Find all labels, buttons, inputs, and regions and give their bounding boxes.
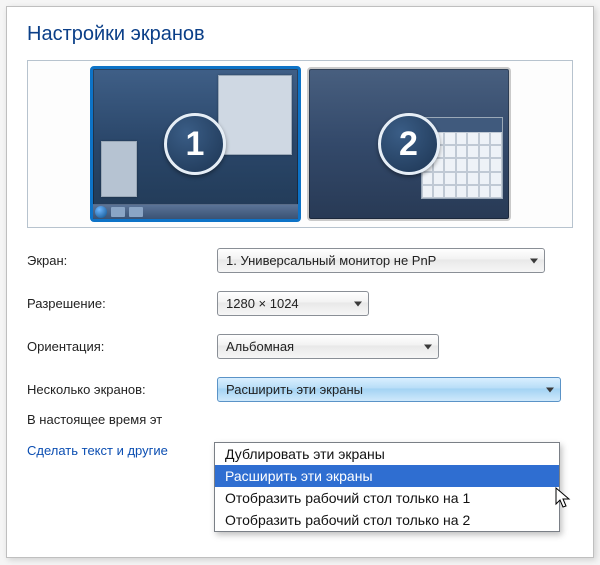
chevron-down-icon — [424, 344, 432, 349]
dropdown-orientation-value: Альбомная — [226, 339, 294, 354]
monitor-badge: 1 — [164, 113, 226, 175]
taskbar-thumbnail — [93, 204, 298, 219]
dropdown-multiple-displays-menu: Дублировать эти экраны Расширить эти экр… — [214, 442, 560, 532]
page-title: Настройки экранов — [27, 23, 573, 46]
window-thumbnail — [218, 75, 292, 155]
chevron-down-icon — [530, 258, 538, 263]
dropdown-resolution[interactable]: 1280 × 1024 — [217, 291, 369, 316]
menu-item-show-on-2[interactable]: Отобразить рабочий стол только на 2 — [215, 509, 559, 531]
monitor-1[interactable]: 1 — [90, 66, 301, 222]
dropdown-multiple-displays-value: Расширить эти экраны — [226, 382, 363, 397]
label-orientation: Ориентация: — [27, 339, 217, 354]
chevron-down-icon — [546, 387, 554, 392]
screen-settings-window: Настройки экранов 1 — [6, 6, 594, 558]
row-orientation: Ориентация: Альбомная — [27, 334, 573, 359]
dropdown-resolution-value: 1280 × 1024 — [226, 296, 299, 311]
menu-item-extend[interactable]: Расширить эти экраны — [215, 465, 559, 487]
label-multiple-displays: Несколько экранов: — [27, 382, 217, 397]
label-display: Экран: — [27, 253, 217, 268]
window-thumbnail — [101, 141, 137, 197]
menu-item-duplicate[interactable]: Дублировать эти экраны — [215, 443, 559, 465]
dropdown-display[interactable]: 1. Универсальный монитор не PnP — [217, 248, 545, 273]
monitor-arrangement-panel[interactable]: 1 2 — [27, 60, 573, 228]
menu-item-show-on-1[interactable]: Отобразить рабочий стол только на 1 — [215, 487, 559, 509]
dropdown-multiple-displays[interactable]: Расширить эти экраны — [217, 377, 561, 402]
row-resolution: Разрешение: 1280 × 1024 — [27, 291, 573, 316]
dropdown-display-value: 1. Универсальный монитор не PnP — [226, 253, 436, 268]
label-resolution: Разрешение: — [27, 296, 217, 311]
monitor-badge: 2 — [378, 113, 440, 175]
dropdown-orientation[interactable]: Альбомная — [217, 334, 439, 359]
row-multiple-displays: Несколько экранов: Расширить эти экраны — [27, 377, 573, 402]
current-main-display-text: В настоящее время эт — [27, 412, 573, 427]
row-display: Экран: 1. Универсальный монитор не PnP — [27, 248, 573, 273]
chevron-down-icon — [354, 301, 362, 306]
monitor-2[interactable]: 2 — [307, 67, 511, 221]
